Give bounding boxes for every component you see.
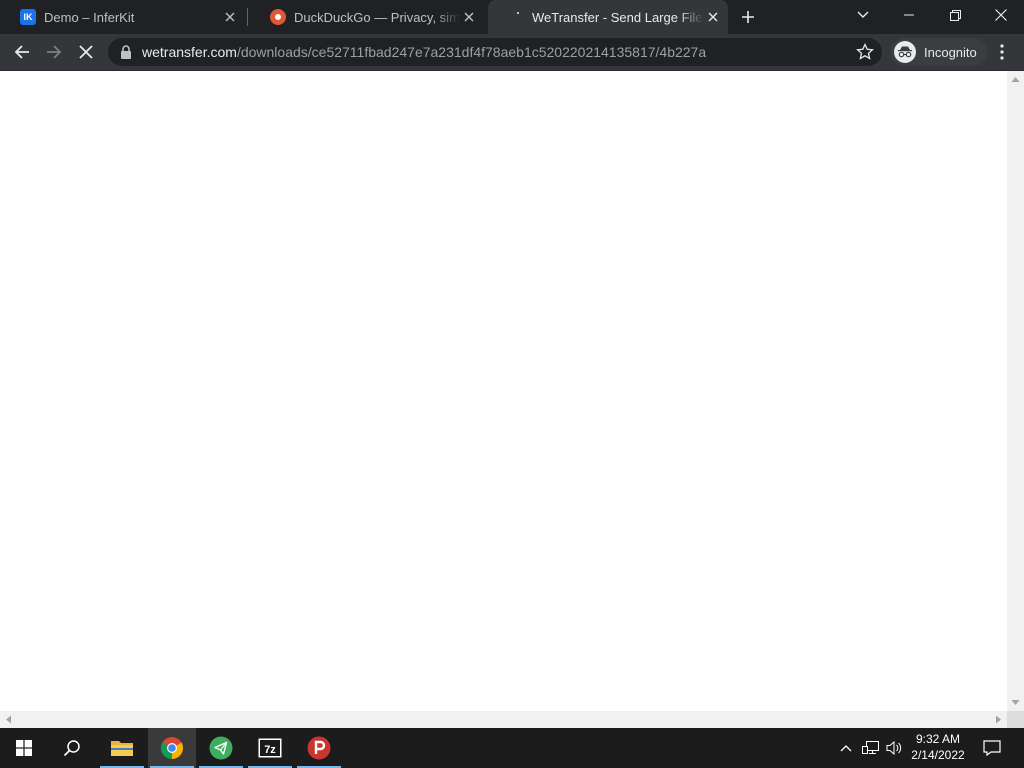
restore-button[interactable] <box>932 0 978 30</box>
action-center-button[interactable] <box>978 728 1006 768</box>
bookmark-star-icon[interactable] <box>856 43 874 61</box>
more-vertical-icon <box>1000 44 1004 60</box>
scrollbar-corner <box>1007 711 1024 728</box>
tab-separator <box>247 8 248 26</box>
vertical-scrollbar[interactable] <box>1007 71 1024 711</box>
stop-icon <box>79 45 93 59</box>
url-host: wetransfer.com <box>142 44 237 60</box>
chevron-down-icon <box>857 11 869 18</box>
telegram-taskbar-button[interactable] <box>197 728 245 768</box>
new-tab-button[interactable] <box>736 5 760 29</box>
chevron-up-icon <box>840 745 852 752</box>
folder-icon <box>111 741 133 756</box>
tab-inferkit[interactable]: IK Demo – InferKit <box>0 0 245 34</box>
incognito-label: Incognito <box>924 44 977 60</box>
chrome-taskbar-button[interactable] <box>148 728 196 768</box>
lock-icon[interactable] <box>120 45 132 59</box>
restore-icon <box>949 9 961 21</box>
clock-date: 2/14/2022 <box>911 748 965 762</box>
incognito-icon <box>894 41 916 63</box>
scroll-down-arrow-icon[interactable] <box>1011 698 1020 707</box>
page-viewport[interactable] <box>0 71 1007 711</box>
back-button[interactable] <box>8 38 36 66</box>
incognito-profile-button[interactable]: Incognito <box>890 38 987 66</box>
duckduckgo-favicon <box>270 9 286 25</box>
minimize-button[interactable] <box>886 0 932 30</box>
browser-toolbar: wetransfer.com/downloads/ce52711fbad247e… <box>0 34 1024 71</box>
arrow-left-icon <box>14 45 29 59</box>
close-window-button[interactable] <box>978 0 1024 30</box>
taskbar-search-button[interactable] <box>48 728 96 768</box>
horizontal-scrollbar[interactable] <box>0 711 1007 728</box>
forward-button[interactable] <box>40 38 68 66</box>
address-bar[interactable]: wetransfer.com/downloads/ce52711fbad247e… <box>108 38 882 66</box>
windows-logo-icon <box>16 740 32 756</box>
psiphon-icon <box>307 736 331 760</box>
chrome-icon <box>161 737 183 759</box>
stop-loading-button[interactable] <box>72 38 100 66</box>
start-button[interactable] <box>0 728 48 768</box>
tab-duckduckgo[interactable]: DuckDuckGo — Privacy, simplified. <box>250 0 484 34</box>
svg-text:7z: 7z <box>264 744 276 756</box>
tab-title: Demo – InferKit <box>44 9 135 25</box>
7zip-taskbar-button[interactable]: 7z <box>246 728 294 768</box>
network-tray-icon[interactable] <box>860 728 882 768</box>
close-tab-icon[interactable] <box>460 8 478 26</box>
inferkit-favicon: IK <box>20 9 36 25</box>
telegram-icon <box>209 736 233 760</box>
system-clock[interactable]: 9:32 AM 2/14/2022 <box>902 731 974 765</box>
search-icon <box>63 740 80 757</box>
clock-time: 9:32 AM <box>915 732 961 746</box>
psiphon-taskbar-button[interactable] <box>295 728 343 768</box>
plus-icon <box>742 11 754 23</box>
network-icon <box>862 741 879 754</box>
browser-menu-button[interactable] <box>988 38 1016 66</box>
minimize-icon <box>904 14 914 16</box>
7zip-icon: 7z <box>258 738 282 758</box>
tab-title: DuckDuckGo — Privacy, simplified. <box>294 9 460 25</box>
close-tab-icon[interactable] <box>704 8 722 26</box>
tab-wetransfer[interactable]: WeTransfer - Send Large Files & Share Ph… <box>488 0 728 34</box>
close-tab-icon[interactable] <box>221 8 239 26</box>
arrow-right-icon <box>47 45 62 59</box>
file-explorer-taskbar-button[interactable] <box>98 728 146 768</box>
tab-title: WeTransfer - Send Large Files & Share Ph… <box>532 9 704 25</box>
url-path: /downloads/ce52711fbad247e7a231df4f78aeb… <box>236 44 707 60</box>
scroll-right-arrow-icon[interactable] <box>994 715 1003 724</box>
url-text: wetransfer.com/downloads/ce52711fbad247e… <box>142 44 706 60</box>
show-hidden-icons-button[interactable] <box>836 728 856 768</box>
tab-search-button[interactable] <box>840 0 886 30</box>
close-icon <box>995 9 1007 21</box>
scroll-up-arrow-icon[interactable] <box>1011 75 1020 84</box>
loading-spinner-icon <box>508 9 524 25</box>
browser-tab-strip: IK Demo – InferKit DuckDuckGo — Privacy,… <box>0 0 1024 34</box>
windows-taskbar: 7z 9:32 AM 2/14/2022 <box>0 728 1024 768</box>
scroll-left-arrow-icon[interactable] <box>4 715 13 724</box>
notification-icon <box>983 740 1001 756</box>
